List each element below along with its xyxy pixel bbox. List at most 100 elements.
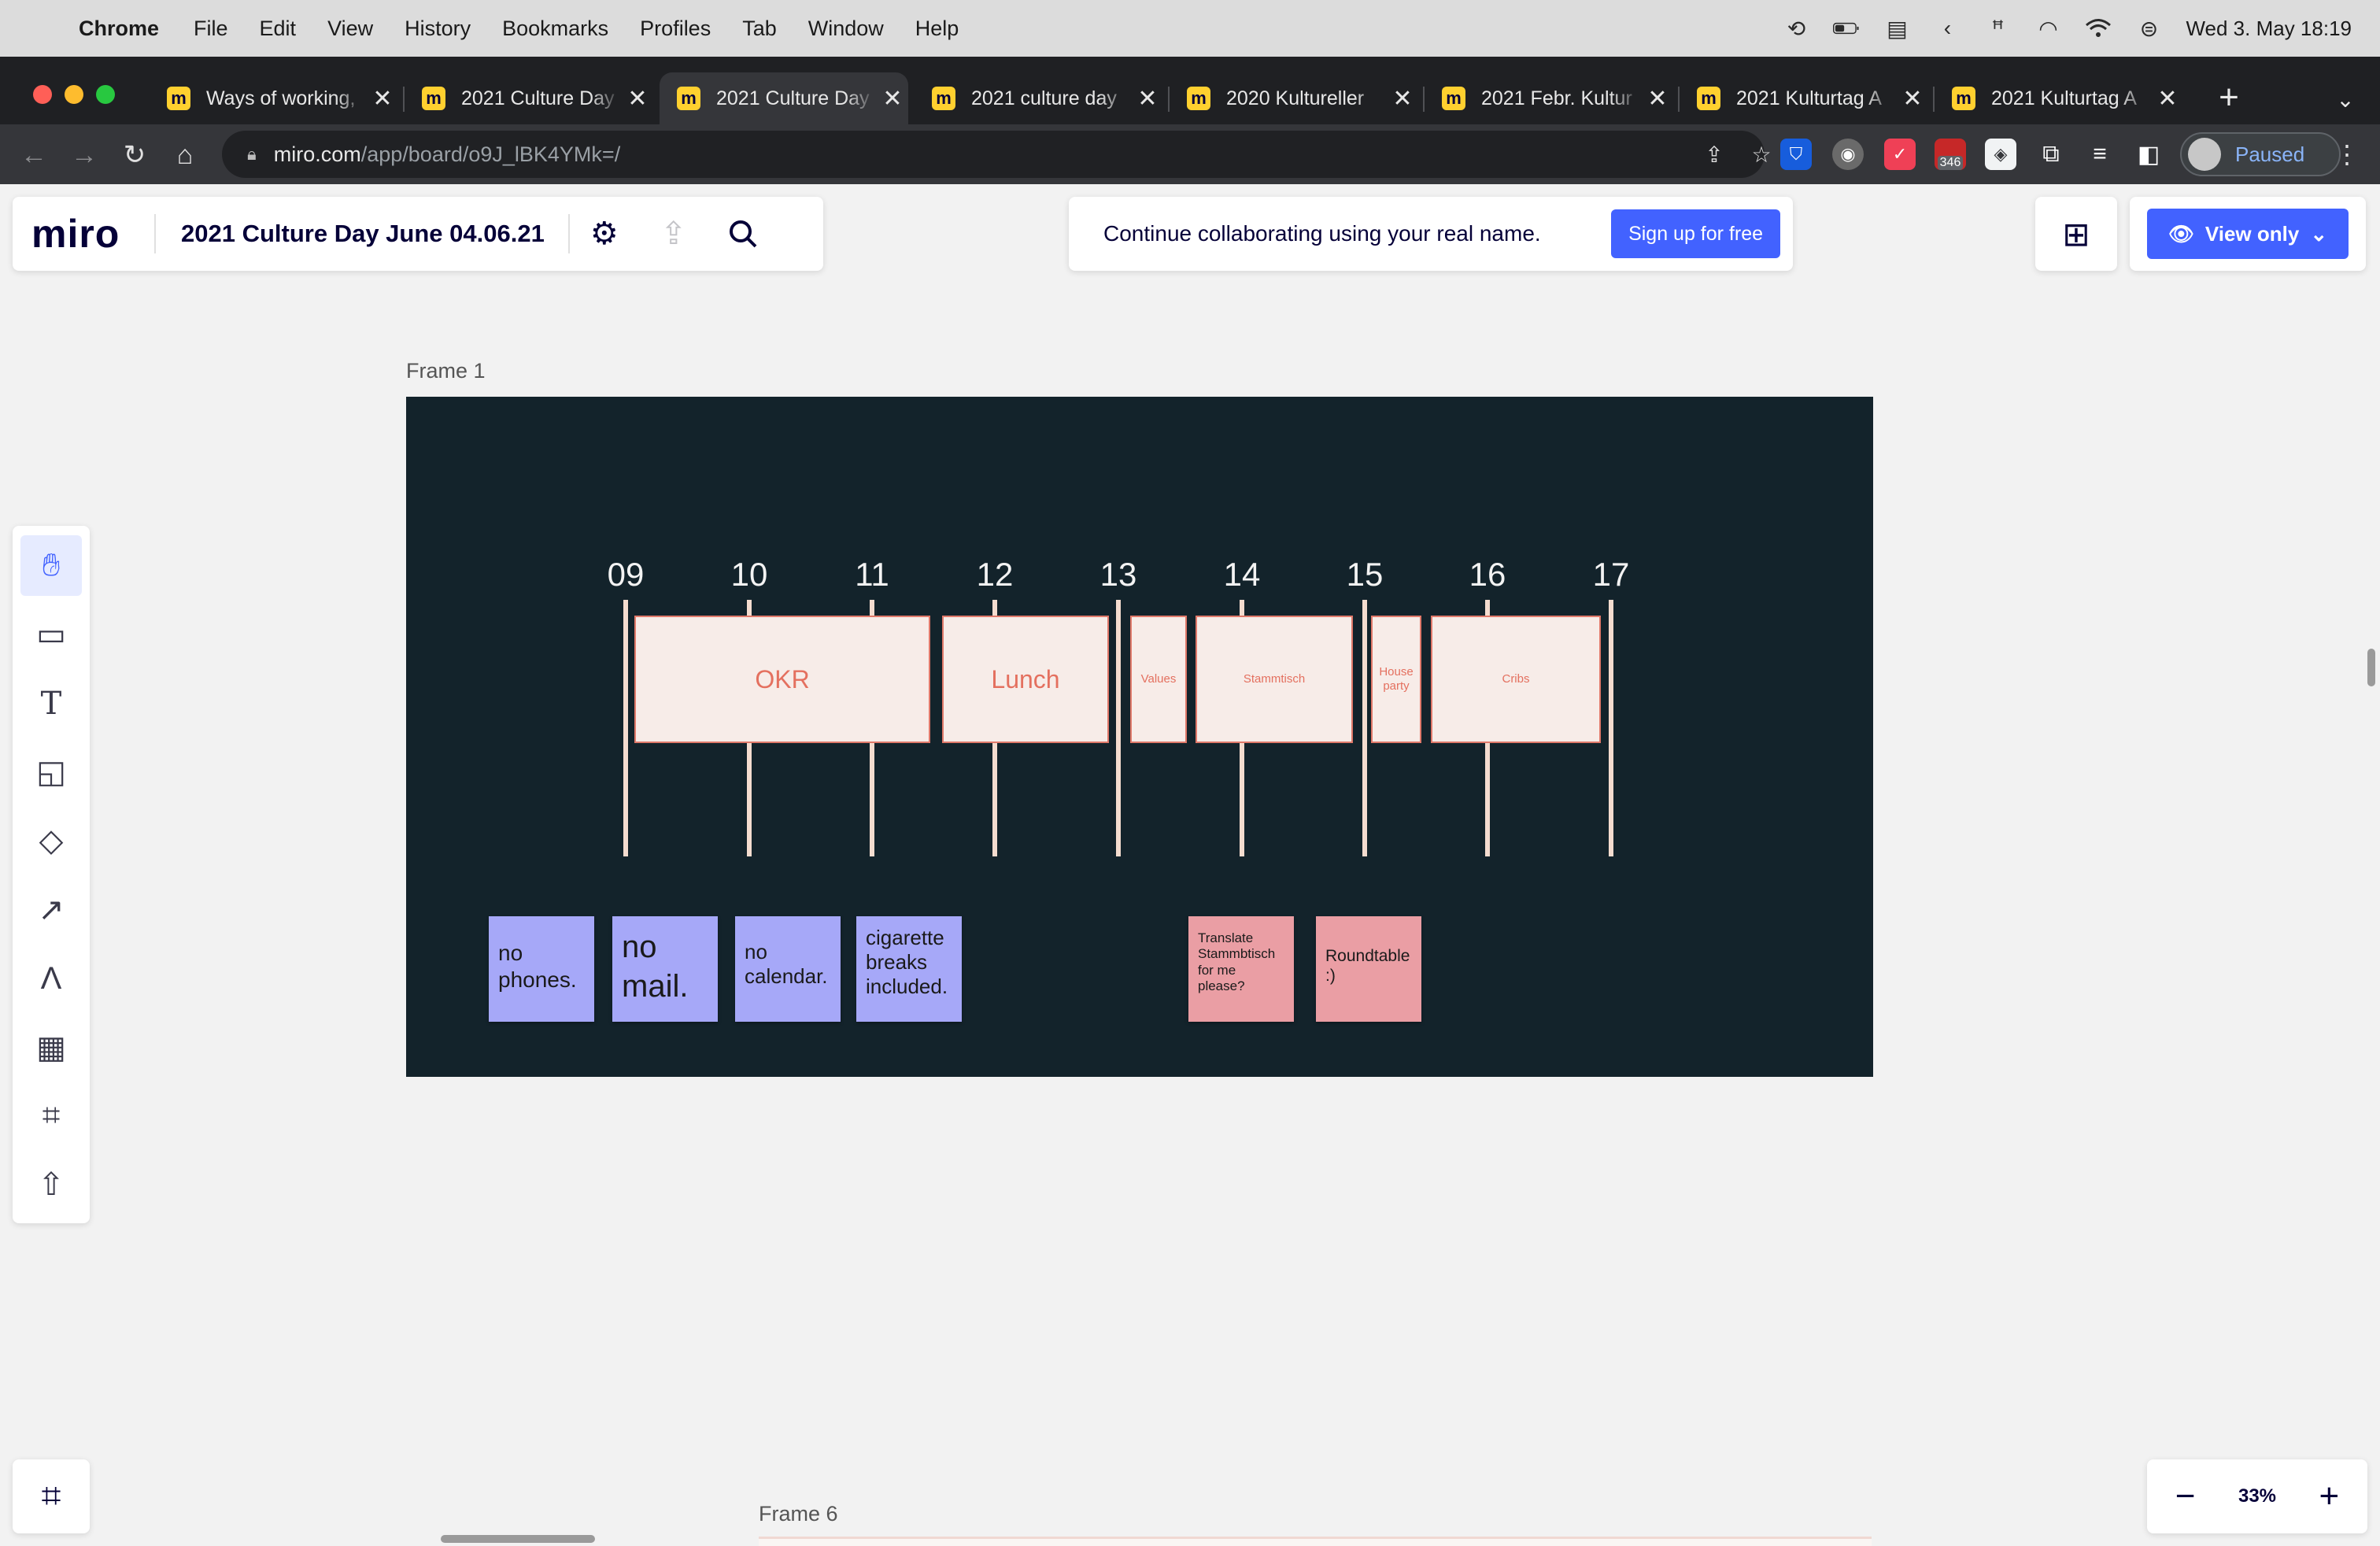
vertical-scrollbar[interactable] <box>2367 649 2375 686</box>
extension-square-icon[interactable]: ◈ <box>1985 139 2016 170</box>
upload-tool-icon[interactable]: ⇧ <box>20 1155 82 1215</box>
pocket-extension-icon[interactable]: ✓ <box>1884 139 1916 170</box>
settings-gear-icon[interactable]: ⚙ <box>570 197 639 271</box>
zoom-level[interactable]: 33% <box>2238 1485 2276 1507</box>
shapes-tool-icon[interactable]: ◇ <box>20 811 82 871</box>
sticky-note[interactable]: cigarette breaks included. <box>856 916 962 1022</box>
menu-edit[interactable]: Edit <box>260 17 297 41</box>
board-title[interactable]: 2021 Culture Day June 04.06.21 <box>156 220 568 248</box>
extension-owl-icon[interactable]: ◉ <box>1832 139 1864 170</box>
sticky-note[interactable]: no phones. <box>489 916 594 1022</box>
minimize-window-button[interactable] <box>65 85 83 104</box>
search-icon[interactable] <box>708 197 778 271</box>
export-upload-icon[interactable]: ⇪ <box>639 197 708 271</box>
airpods-icon[interactable]: ꟸ <box>1984 17 2011 41</box>
extensions-puzzle-icon[interactable]: ⧉ <box>2035 139 2067 170</box>
tab-close-icon[interactable]: ✕ <box>1897 85 1928 113</box>
schedule-slot-stammtisch[interactable]: Stammtisch <box>1196 616 1353 743</box>
zoom-window-button[interactable] <box>96 85 115 104</box>
schedule-slot-values[interactable]: Values <box>1130 616 1187 743</box>
pen-tool-icon[interactable]: Λ <box>20 948 82 1008</box>
new-tab-button[interactable]: + <box>2207 76 2251 120</box>
menu-window[interactable]: Window <box>808 17 884 41</box>
menu-app-name[interactable]: Chrome <box>79 17 159 41</box>
templates-tool-icon[interactable]: ▦ <box>20 1017 82 1078</box>
menu-bookmarks[interactable]: Bookmarks <box>502 17 608 41</box>
frame-6[interactable] <box>759 1537 1872 1546</box>
text-tool-icon[interactable]: T <box>20 673 82 734</box>
bookmark-star-icon[interactable]: ☆ <box>1746 140 1777 168</box>
browser-tab[interactable]: m 2021 Kulturtag A ✕ <box>1680 72 1928 124</box>
frame-tool-icon[interactable]: ⌗ <box>20 1086 82 1146</box>
sticky-note-tool-icon[interactable]: ◱ <box>20 742 82 802</box>
lock-icon[interactable]: 🔒︎ <box>247 144 257 165</box>
frame-1[interactable]: 09 10 11 12 13 14 15 16 17 OKR Lunch Val… <box>406 397 1873 1077</box>
hand-tool-icon[interactable]: ✋︎ <box>20 535 82 597</box>
back-button[interactable]: ← <box>13 134 55 176</box>
share-icon[interactable]: ⇪ <box>1698 140 1730 168</box>
apps-grid-icon[interactable]: ⊞ <box>2035 197 2117 271</box>
menu-profiles[interactable]: Profiles <box>640 17 711 41</box>
frame-label[interactable]: Frame 6 <box>759 1502 838 1526</box>
horizontal-scrollbar[interactable] <box>441 1535 595 1543</box>
control-center-icon[interactable]: ⊜ <box>2135 17 2162 41</box>
view-only-button[interactable]: 👁︎ View only ⌄ <box>2147 209 2349 259</box>
sticky-note[interactable]: Translate Stammbtisch for me please? <box>1188 916 1294 1022</box>
sticky-note[interactable]: no calendar. <box>735 916 841 1022</box>
miro-logo[interactable]: miro <box>13 211 154 257</box>
extension-badge-icon[interactable]: 346 <box>1935 139 1966 170</box>
menu-view[interactable]: View <box>327 17 373 41</box>
chevron-left-icon[interactable]: ‹ <box>1934 16 1961 40</box>
browser-tab[interactable]: m 2021 Culture Day ✕ <box>405 72 653 124</box>
menu-file[interactable]: File <box>194 17 228 41</box>
chrome-menu-icon[interactable]: ⋮ <box>2331 135 2363 173</box>
browser-tab[interactable]: m 2021 Febr. Kultur ✕ <box>1425 72 1673 124</box>
miro-board-canvas[interactable]: miro 2021 Culture Day June 04.06.21 ⚙ ⇪ … <box>0 184 2380 1546</box>
home-button[interactable]: ⌂ <box>164 134 206 176</box>
menu-tab[interactable]: Tab <box>742 17 777 41</box>
frames-list-icon[interactable]: ⌗ <box>13 1459 90 1533</box>
schedule-slot-cribs[interactable]: Cribs <box>1431 616 1601 743</box>
reload-button[interactable]: ↻ <box>113 134 156 176</box>
battery-icon[interactable] <box>1833 17 1860 40</box>
menubar-datetime[interactable]: Wed 3. May 18:19 <box>2186 17 2352 41</box>
vpn-icon[interactable]: ◠ <box>2034 17 2061 41</box>
tab-search-chevron-icon[interactable]: ⌄ <box>2328 82 2363 117</box>
reading-list-icon[interactable]: ≡ <box>2084 139 2116 170</box>
close-window-button[interactable] <box>33 85 52 104</box>
forward-button[interactable]: → <box>63 134 105 176</box>
bitwarden-extension-icon[interactable]: ⛉ <box>1780 139 1812 170</box>
browser-tab[interactable]: m 2020 Kultureller ✕ <box>1170 72 1418 124</box>
schedule-slot-lunch[interactable]: Lunch <box>942 616 1109 743</box>
tab-close-icon[interactable]: ✕ <box>1132 85 1163 113</box>
browser-tab[interactable]: m 2021 Kulturtag A ✕ <box>1935 72 2183 124</box>
frame-label[interactable]: Frame 1 <box>406 359 486 383</box>
tab-close-icon[interactable]: ✕ <box>1387 85 1418 113</box>
wifi-icon[interactable] <box>2085 17 2112 40</box>
comment-tool-icon[interactable]: ▭ <box>20 604 82 664</box>
menu-history[interactable]: History <box>405 17 471 41</box>
tab-close-icon[interactable]: ✕ <box>2152 85 2183 113</box>
schedule-slot-okr[interactable]: OKR <box>634 616 930 743</box>
browser-tab-active[interactable]: m 2021 Culture Day ✕ <box>660 72 908 124</box>
sticky-note[interactable]: no mail. <box>612 916 718 1022</box>
browser-tab[interactable]: m 2021 culture day ✕ <box>915 72 1163 124</box>
address-bar[interactable]: 🔒︎ miro.com/app/board/o9J_lBK4YMk=/ ⇪ ☆ <box>222 131 1772 178</box>
schedule-slot-house-party[interactable]: House party <box>1371 616 1421 743</box>
browser-tab[interactable]: m Ways of working, ✕ <box>150 72 398 124</box>
sticky-note[interactable]: Roundtable :) <box>1316 916 1421 1022</box>
zoom-out-button[interactable]: − <box>2162 1477 2209 1516</box>
connector-arrow-icon[interactable]: ↗ <box>20 879 82 940</box>
tab-close-icon[interactable]: ✕ <box>367 85 398 113</box>
display-icon[interactable]: ▤ <box>1883 17 1910 41</box>
zoom-in-button[interactable]: + <box>2305 1477 2352 1516</box>
tab-close-icon[interactable]: ✕ <box>1642 85 1673 113</box>
tab-close-icon[interactable]: ✕ <box>877 85 908 113</box>
menu-help[interactable]: Help <box>915 17 959 41</box>
profile-button[interactable]: Paused <box>2180 132 2341 176</box>
side-panel-icon[interactable]: ◧ <box>2133 139 2164 170</box>
time-machine-icon[interactable]: ⟲ <box>1783 17 1809 41</box>
tab-close-icon[interactable]: ✕ <box>622 85 653 113</box>
timeline-hour-label: 16 <box>1469 556 1506 593</box>
sign-up-button[interactable]: Sign up for free <box>1611 209 1780 258</box>
